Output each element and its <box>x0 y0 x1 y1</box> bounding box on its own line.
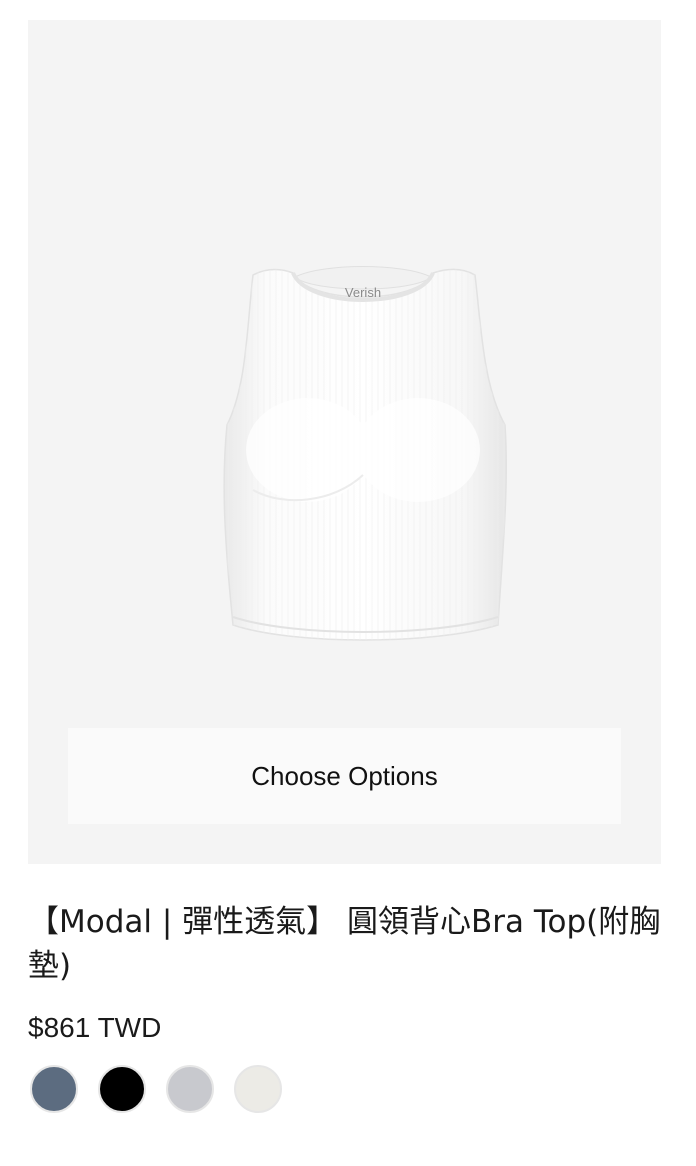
product-card: Verish Choose Options 【Modal | 彈性透氣】 圓領背… <box>28 20 661 1113</box>
product-title[interactable]: 【Modal | 彈性透氣】 圓領背心Bra Top(附胸墊) <box>28 900 668 988</box>
choose-options-button[interactable]: Choose Options <box>68 728 621 824</box>
product-price: $861 TWD <box>28 1012 162 1043</box>
product-media[interactable]: Verish Choose Options <box>28 20 661 864</box>
swatch-slate-blue[interactable] <box>30 1065 78 1113</box>
svg-text:Verish: Verish <box>345 285 381 300</box>
swatch-light-gray[interactable] <box>166 1065 214 1113</box>
product-image[interactable]: Verish <box>213 245 513 665</box>
swatch-ivory[interactable] <box>234 1065 282 1113</box>
color-swatches <box>30 1065 282 1113</box>
swatch-black[interactable] <box>98 1065 146 1113</box>
